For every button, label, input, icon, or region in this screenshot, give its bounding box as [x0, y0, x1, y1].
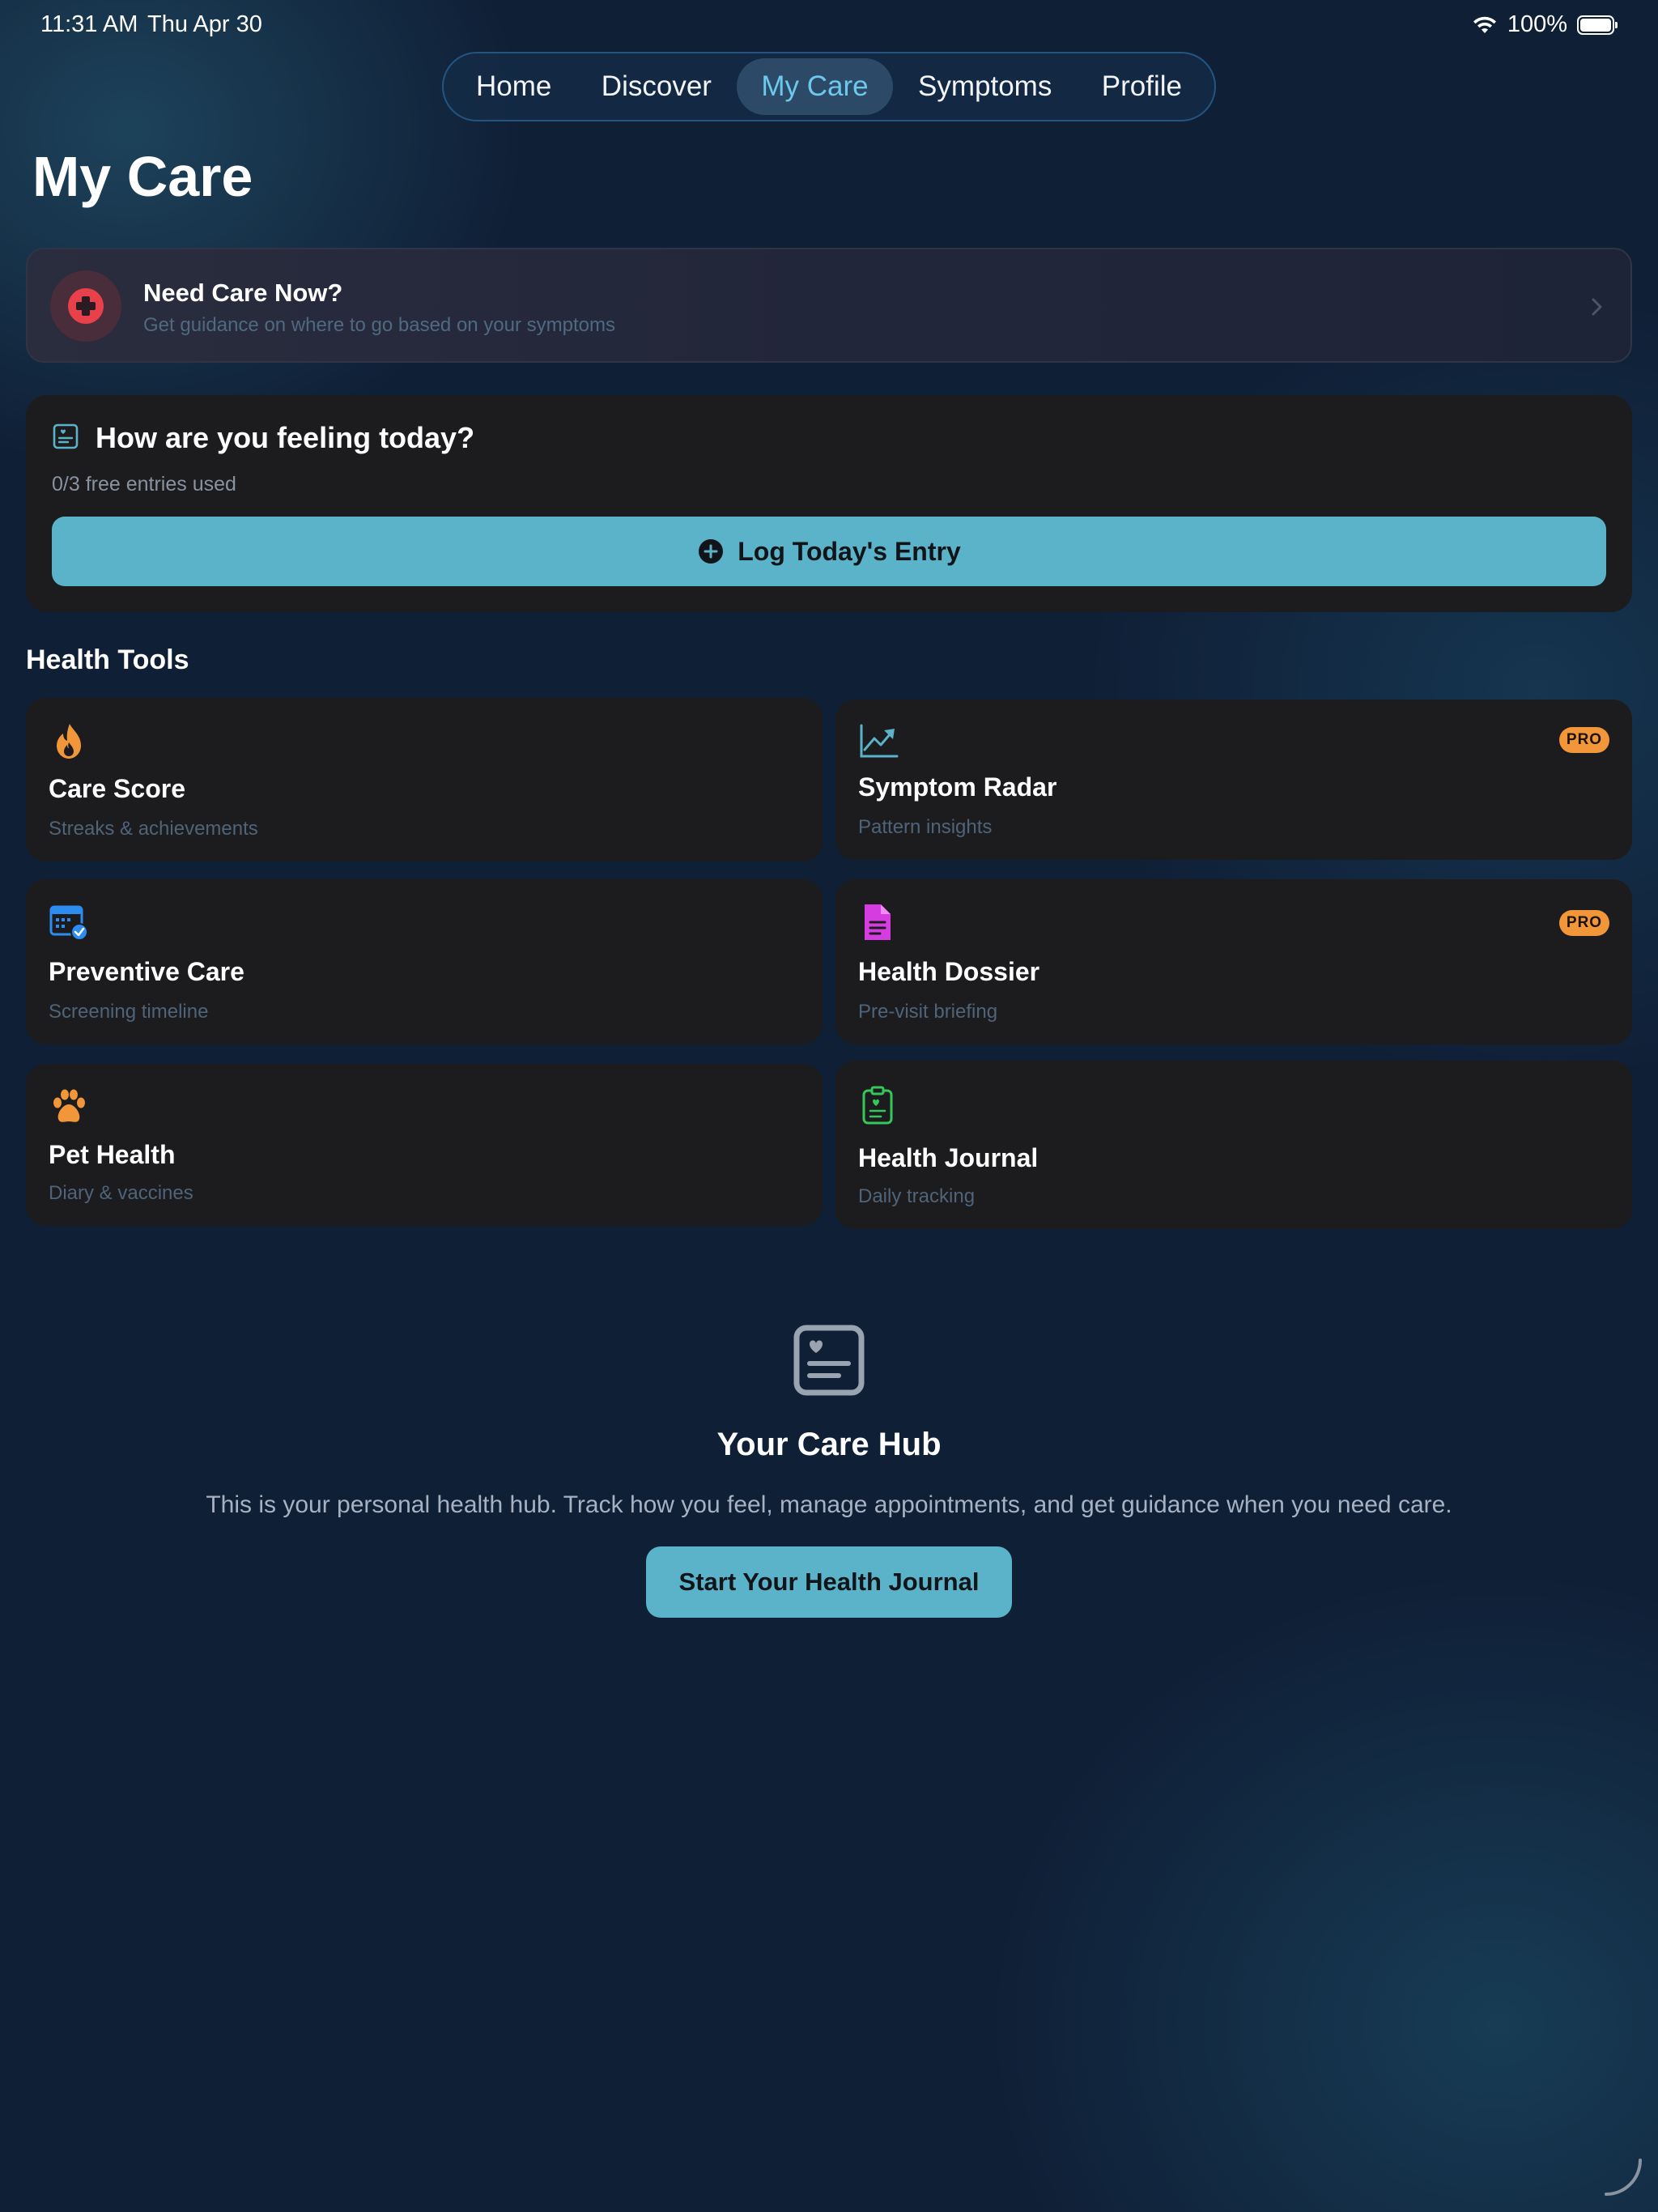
resize-handle-icon[interactable] — [1603, 2157, 1643, 2197]
tool-subtitle: Pattern insights — [858, 816, 993, 838]
feeling-title: How are you feeling today? — [96, 421, 475, 454]
tool-subtitle: Streaks & achievements — [49, 818, 258, 840]
care-now-icon-wrap — [50, 270, 121, 342]
need-care-now-card[interactable]: Need Care Now? Get guidance on where to … — [26, 248, 1632, 363]
status-right: 100% — [1472, 11, 1618, 38]
tool-title: Preventive Care — [49, 957, 244, 986]
top-nav: Home Discover My Care Symptoms Profile — [442, 52, 1216, 121]
tab-my-care[interactable]: My Care — [737, 58, 893, 115]
chevron-right-icon — [1592, 298, 1602, 316]
tool-card-pet-health[interactable]: Pet Health Diary & vaccines — [26, 1064, 823, 1226]
flame-icon — [57, 724, 81, 759]
tool-title: Pet Health — [49, 1140, 176, 1169]
hub-description: This is your personal health hub. Track … — [206, 1491, 1452, 1518]
status-bar: 11:31 AM Thu Apr 30 100% — [0, 0, 1658, 52]
tool-subtitle: Daily tracking — [858, 1185, 976, 1207]
status-date: Thu Apr 30 — [147, 11, 262, 37]
entries-used-text: 0/3 free entries used — [52, 473, 236, 496]
medical-cross-icon — [68, 288, 104, 324]
tool-subtitle: Screening timeline — [49, 1001, 209, 1023]
tab-symptoms[interactable]: Symptoms — [894, 58, 1076, 115]
plus-circle-icon — [699, 539, 724, 564]
heart-card-icon — [793, 1325, 865, 1396]
tool-card-health-journal[interactable]: Health Journal Daily tracking — [835, 1061, 1632, 1229]
tool-subtitle: Diary & vaccines — [49, 1182, 193, 1204]
document-icon — [865, 904, 891, 940]
hub-button-label: Start Your Health Journal — [678, 1568, 980, 1596]
tool-subtitle: Pre-visit briefing — [858, 1001, 998, 1023]
clipboard-heart-icon — [862, 1086, 893, 1125]
heart-card-icon — [53, 423, 79, 449]
tool-title: Symptom Radar — [858, 772, 1057, 802]
status-time: 11:31 AM — [40, 11, 138, 37]
tool-card-preventive-care[interactable]: Preventive Care Screening timeline — [26, 879, 823, 1044]
tab-home[interactable]: Home — [452, 58, 576, 115]
pro-badge: PRO — [1559, 727, 1609, 753]
calendar-check-icon — [49, 905, 88, 941]
tool-title: Care Score — [49, 774, 185, 803]
battery-percent: 100% — [1507, 11, 1567, 37]
log-todays-entry-button[interactable]: Log Today's Entry — [52, 517, 1606, 586]
trend-chart-icon — [860, 724, 899, 758]
wifi-icon — [1473, 16, 1496, 33]
tool-card-care-score[interactable]: Care Score Streaks & achievements — [26, 698, 823, 861]
care-now-subtitle: Get guidance on where to go based on you… — [143, 314, 616, 336]
feeling-card: How are you feeling today? 0/3 free entr… — [26, 395, 1632, 612]
start-health-journal-button[interactable]: Start Your Health Journal — [646, 1546, 1012, 1618]
log-button-label: Log Today's Entry — [738, 536, 961, 566]
care-now-title: Need Care Now? — [143, 279, 343, 307]
section-title-health-tools: Health Tools — [26, 644, 189, 675]
tab-profile[interactable]: Profile — [1078, 58, 1206, 115]
paw-icon — [53, 1089, 85, 1122]
battery-icon — [1577, 15, 1618, 35]
hub-title: Your Care Hub — [716, 1427, 942, 1462]
tool-card-health-dossier[interactable]: PRO Health Dossier Pre-visit briefing — [835, 879, 1632, 1044]
pro-badge: PRO — [1559, 910, 1609, 936]
tool-card-symptom-radar[interactable]: PRO Symptom Radar Pattern insights — [835, 700, 1632, 860]
tool-title: Health Journal — [858, 1143, 1039, 1172]
page-title: My Care — [32, 145, 253, 208]
tool-title: Health Dossier — [858, 957, 1040, 986]
tab-discover[interactable]: Discover — [577, 58, 736, 115]
